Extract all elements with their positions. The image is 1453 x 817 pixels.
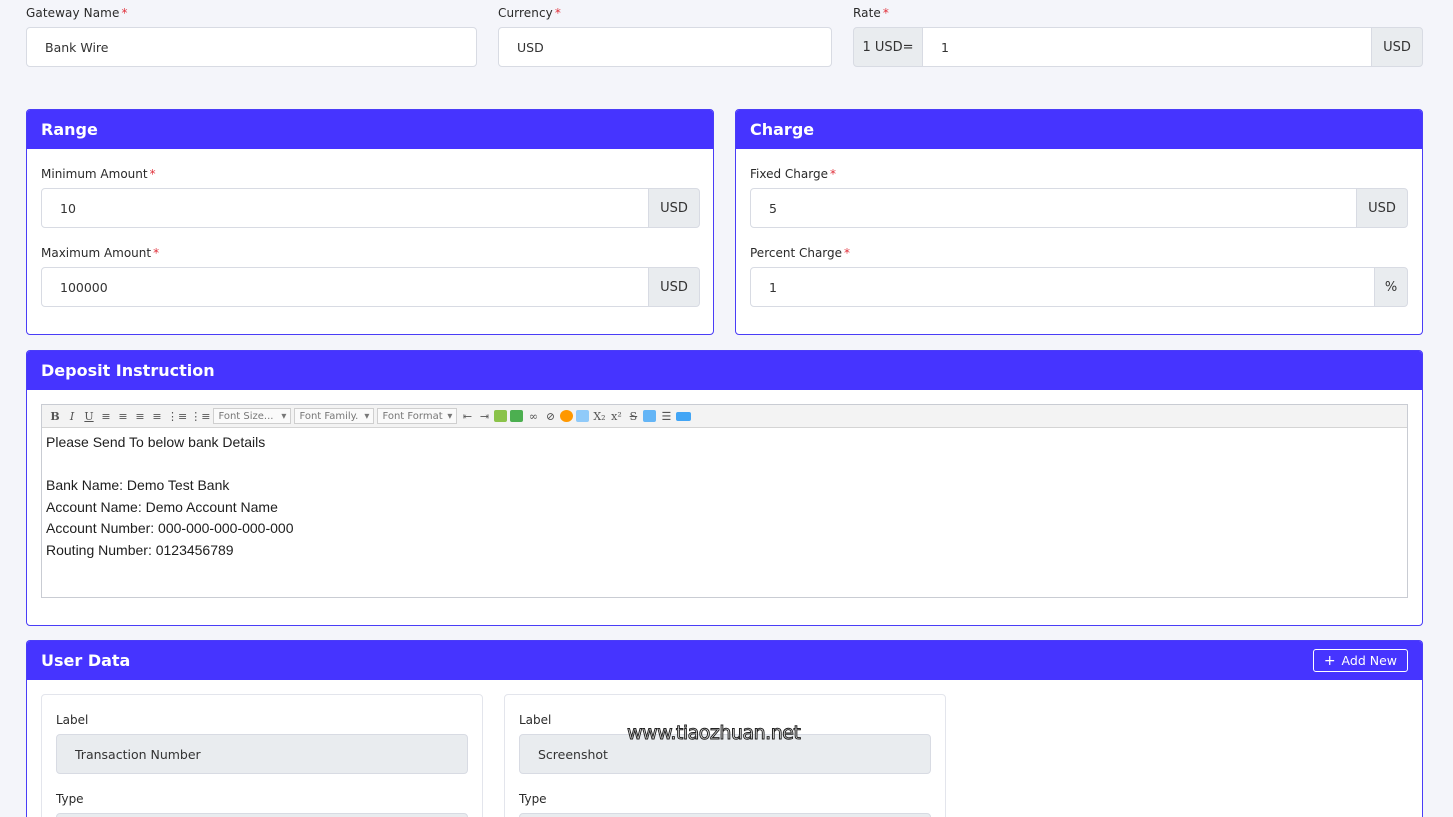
field-label-value: Screenshot [538, 746, 608, 762]
unlink-icon[interactable]: ⊘ [543, 408, 557, 424]
rate-suffix-addon: USD [1371, 27, 1423, 67]
maximum-amount-input[interactable]: 100000 [41, 267, 649, 307]
minimum-amount-input[interactable]: 10 [41, 188, 649, 228]
font-size-select[interactable]: Font Size... ▾ [213, 408, 292, 424]
editor-line: Routing Number: 0123456789 [46, 541, 234, 558]
plus-icon: + [1323, 652, 1336, 669]
rich-text-editor[interactable]: B I U ≡ ≡ ≡ ≡ ⋮≡ ⋮≡ Font Size... ▾ Font F… [41, 404, 1408, 598]
strikethrough-button[interactable]: S [626, 408, 640, 424]
user-data-card: User Data + Add New Label Transaction Nu… [26, 640, 1423, 817]
subscript-button[interactable]: X₂ [592, 408, 606, 424]
align-center-icon[interactable]: ≡ [116, 408, 130, 424]
user-data-title: User Data [27, 641, 1422, 680]
fixed-charge-unit: USD [1356, 188, 1408, 228]
minimum-amount-value: 10 [60, 200, 76, 216]
gateway-name-value: Bank Wire [45, 39, 109, 55]
gateway-name-input[interactable]: Bank Wire [26, 27, 477, 67]
font-family-select[interactable]: Font Family. ▾ [294, 408, 375, 424]
rate-prefix-addon: 1 USD= [853, 27, 923, 67]
range-card-title: Range [27, 110, 713, 149]
user-field-card: Label Screenshot Type [504, 694, 946, 817]
outdent-icon[interactable]: ⇤ [460, 408, 474, 424]
maximum-amount-value: 100000 [60, 279, 108, 295]
percent-charge-label: Percent Charge * [750, 246, 851, 260]
superscript-button[interactable]: x² [609, 408, 623, 424]
maximum-amount-label: Maximum Amount * [41, 246, 160, 260]
dropdown-arrow-icon: ▾ [281, 410, 287, 422]
toggle-html-icon[interactable] [676, 411, 692, 421]
field-label-input[interactable]: Transaction Number [56, 734, 468, 774]
percent-charge-value: 1 [769, 279, 777, 295]
percent-charge-input[interactable]: 1 [750, 267, 1375, 307]
minimum-amount-label: Minimum Amount * [41, 167, 156, 181]
align-justify-icon[interactable]: ≡ [150, 408, 164, 424]
rate-label: Rate * [853, 6, 890, 20]
upload-image-icon[interactable] [510, 410, 524, 422]
unordered-list-icon[interactable]: ⋮≡ [190, 408, 210, 424]
field-label-caption: Label [519, 713, 552, 727]
charge-card-title: Charge [736, 110, 1422, 149]
dropdown-arrow-icon: ▾ [447, 410, 453, 422]
maximum-amount-unit: USD [648, 267, 700, 307]
align-left-icon[interactable]: ≡ [99, 408, 113, 424]
remove-format-icon[interactable] [643, 410, 657, 422]
align-right-icon[interactable]: ≡ [133, 408, 147, 424]
rate-input[interactable]: 1 [922, 27, 1372, 67]
rate-value: 1 [941, 39, 949, 55]
add-new-button[interactable]: + Add New [1312, 649, 1408, 672]
fixed-charge-input[interactable]: 5 [750, 188, 1357, 228]
editor-content[interactable]: Please Send To below bank Details Bank N… [42, 428, 1407, 565]
indent-icon[interactable]: ⇥ [477, 408, 491, 424]
field-type-select[interactable] [56, 813, 468, 817]
horizontal-rule-icon[interactable]: ☰ [659, 408, 673, 424]
field-type-select[interactable] [519, 813, 931, 817]
editor-line: Account Number: 000-000-000-000-000 [46, 520, 294, 536]
dropdown-arrow-icon: ▾ [364, 410, 370, 422]
italic-button[interactable]: I [65, 408, 79, 424]
deposit-instruction-card: Deposit Instruction B I U ≡ ≡ ≡ ≡ ⋮≡ ⋮≡ … [26, 350, 1423, 626]
minimum-amount-unit: USD [648, 188, 700, 228]
ordered-list-icon[interactable]: ⋮≡ [167, 408, 187, 424]
field-type-caption: Type [56, 792, 84, 806]
color-picker-icon[interactable] [560, 410, 574, 422]
field-label-input[interactable]: Screenshot [519, 734, 931, 774]
currency-label: Currency * [498, 6, 561, 20]
editor-line: Please Send To below bank Details [46, 434, 266, 450]
edit-source-icon[interactable] [576, 410, 590, 422]
charge-card: Charge Fixed Charge * 5 USD Percent Charg… [735, 109, 1423, 335]
fixed-charge-value: 5 [769, 200, 777, 216]
range-card: Range Minimum Amount * 10 USD Maximum Amo… [26, 109, 714, 335]
insert-image-icon[interactable] [494, 410, 508, 422]
editor-line: Bank Name: Demo Test Bank [46, 477, 230, 493]
deposit-instruction-title: Deposit Instruction [27, 351, 1422, 390]
fixed-charge-label: Fixed Charge * [750, 167, 836, 181]
percent-charge-unit: % [1374, 267, 1408, 307]
field-label-value: Transaction Number [75, 746, 201, 762]
field-label-caption: Label [56, 713, 89, 727]
user-field-card: Label Transaction Number Type [41, 694, 483, 817]
currency-input[interactable]: USD [498, 27, 832, 67]
underline-button[interactable]: U [82, 408, 96, 424]
field-type-caption: Type [519, 792, 547, 806]
editor-line: Account Name: Demo Account Name [46, 498, 278, 515]
currency-value: USD [517, 39, 544, 55]
bold-button[interactable]: B [48, 408, 62, 424]
font-format-select[interactable]: Font Format ▾ [377, 408, 458, 424]
editor-toolbar: B I U ≡ ≡ ≡ ≡ ⋮≡ ⋮≡ Font Size... ▾ Font F… [42, 405, 1407, 428]
link-icon[interactable]: ∞ [526, 408, 540, 424]
gateway-name-label: Gateway Name * [26, 6, 128, 20]
